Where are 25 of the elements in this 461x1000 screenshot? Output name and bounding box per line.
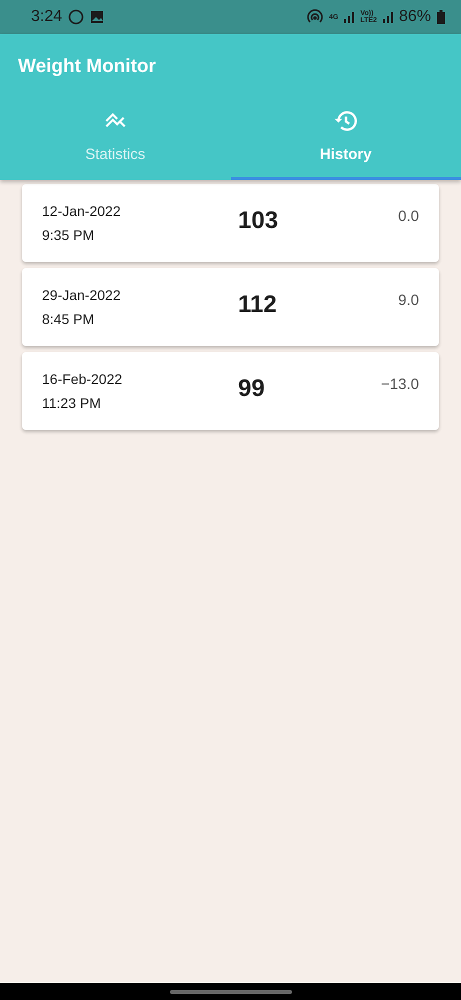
entry-time: 9:35 PM <box>42 227 96 243</box>
history-icon <box>332 108 359 134</box>
entry-weight: 103 <box>238 207 278 234</box>
image-icon <box>90 10 104 24</box>
entry-weight: 99 <box>238 375 265 402</box>
history-card[interactable]: 16-Feb-2022 11:23 PM 99 −13.0 <box>22 352 439 430</box>
battery-icon <box>437 10 445 24</box>
home-handle[interactable] <box>170 990 292 994</box>
entry-date: 29-Jan-2022 <box>42 287 122 303</box>
entry-date: 12-Jan-2022 <box>42 203 122 219</box>
signal-icon <box>344 11 354 23</box>
weight-change: 9.0 <box>398 292 419 308</box>
history-card[interactable]: 12-Jan-2022 9:35 PM 103 0.0 <box>22 184 439 262</box>
entry-time: 11:23 PM <box>42 395 102 411</box>
entry-date: 16-Feb-2022 <box>42 371 124 387</box>
entry-time: 8:45 PM <box>42 311 96 327</box>
status-time: 3:24 <box>31 8 62 26</box>
signal-icon <box>382 11 393 23</box>
entry-weight: 112 <box>238 291 277 318</box>
app-title: Weight Monitor <box>17 55 157 78</box>
history-card[interactable]: 29-Jan-2022 8:45 PM 112 9.0 <box>22 268 439 346</box>
battery-level: 86% <box>398 8 431 26</box>
weight-change: 0.0 <box>398 208 419 224</box>
hotspot-icon <box>307 9 324 25</box>
weight-change: −13.0 <box>381 376 419 392</box>
